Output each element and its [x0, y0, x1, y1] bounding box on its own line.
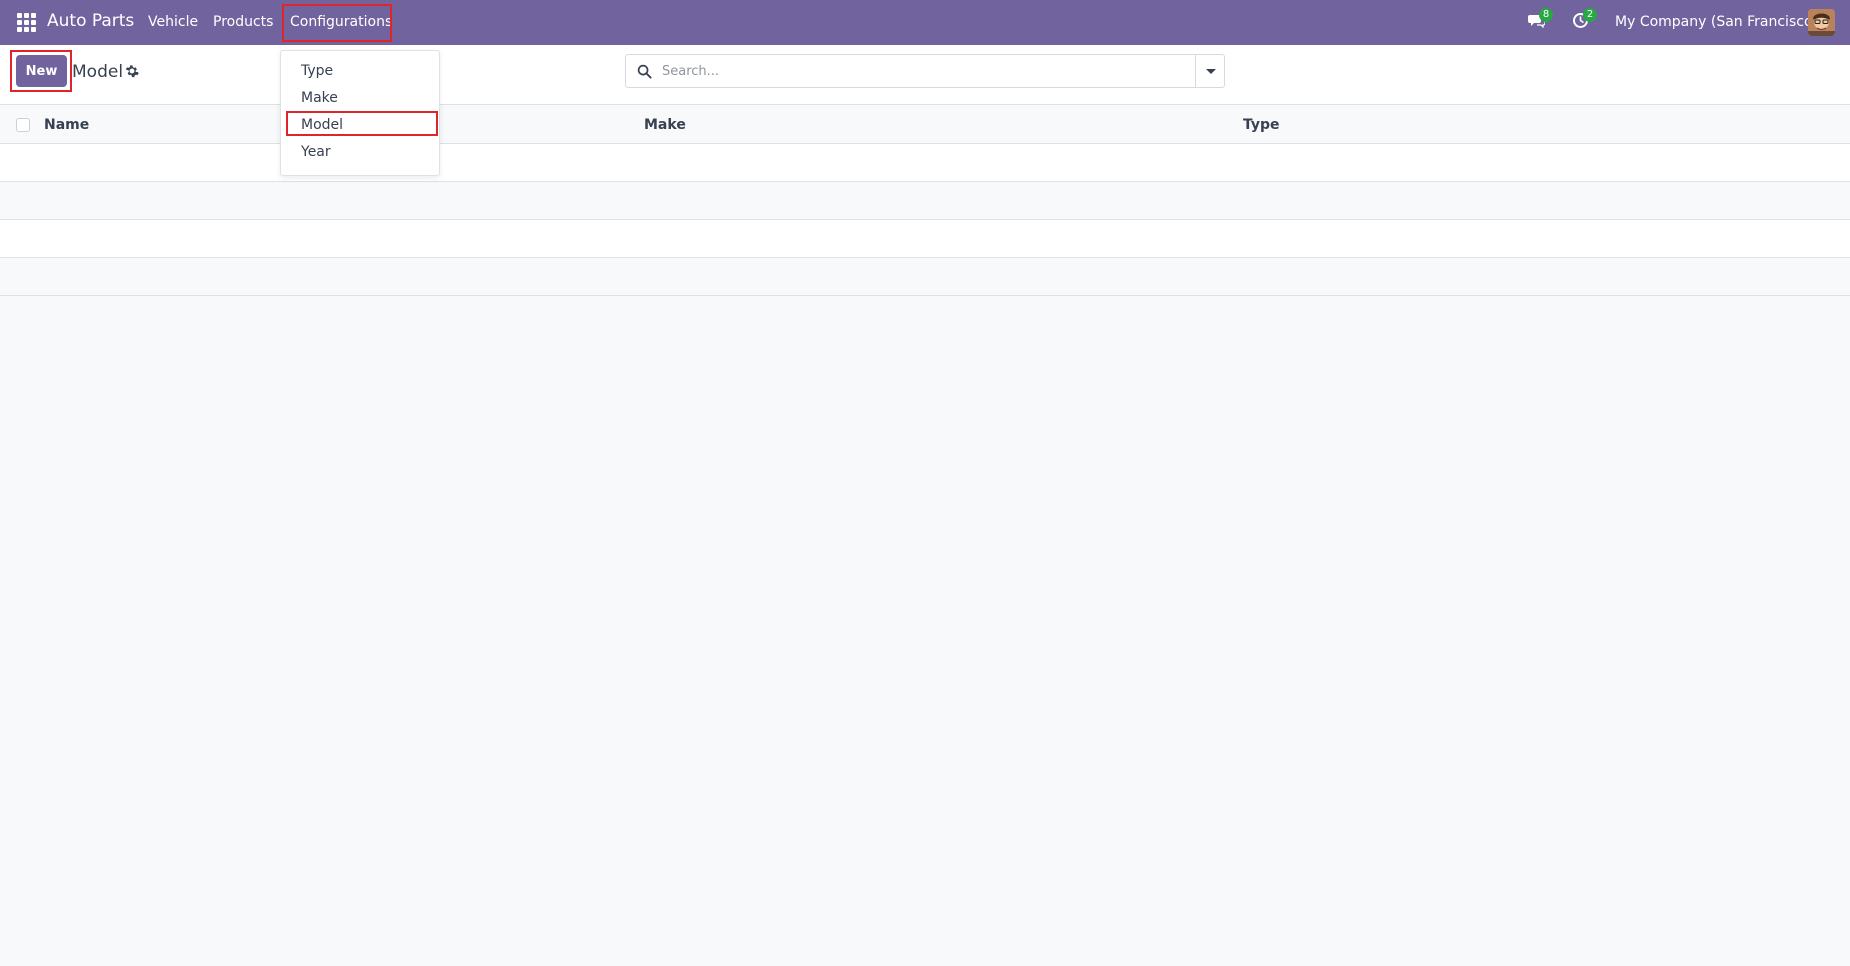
empty-row	[0, 220, 1850, 258]
search-input[interactable]	[662, 55, 1182, 87]
dropdown-item-model[interactable]: Model	[301, 117, 343, 133]
menu-configurations[interactable]: Configurations	[290, 14, 392, 30]
column-name[interactable]: Name	[44, 117, 89, 133]
select-all-checkbox[interactable]	[16, 118, 30, 132]
column-make[interactable]: Make	[644, 117, 686, 133]
dropdown-item-year[interactable]: Year	[301, 144, 331, 160]
search-icon	[637, 64, 652, 79]
app-brand[interactable]: Auto Parts	[47, 11, 134, 31]
page-title: Model	[72, 62, 124, 82]
column-type[interactable]: Type	[1243, 117, 1280, 133]
menu-vehicle[interactable]: Vehicle	[148, 14, 198, 30]
messages-badge: 8	[1539, 8, 1553, 22]
user-avatar[interactable]	[1808, 9, 1835, 36]
gear-icon[interactable]	[125, 63, 141, 79]
company-switcher[interactable]: My Company (San Francisco)	[1615, 14, 1818, 30]
dropdown-item-type[interactable]: Type	[301, 63, 333, 79]
new-button[interactable]: New	[16, 55, 67, 87]
menu-products[interactable]: Products	[213, 14, 273, 30]
dropdown-item-make[interactable]: Make	[301, 90, 338, 106]
top-navbar: Auto Parts Vehicle Products Configuratio…	[0, 0, 1850, 45]
search-options-toggle[interactable]	[1195, 55, 1224, 87]
app-grid-icon[interactable]	[15, 11, 37, 33]
empty-row	[0, 144, 1850, 182]
activities-button[interactable]: 2	[1572, 8, 1597, 32]
empty-row	[0, 182, 1850, 220]
activities-badge: 2	[1583, 8, 1597, 22]
list-header: Name Make Type	[0, 106, 1850, 144]
messages-button[interactable]: 8	[1528, 8, 1553, 32]
control-panel: New Model	[0, 45, 1850, 105]
search-bar	[625, 54, 1225, 88]
configurations-dropdown: Type Make Model Year	[280, 50, 440, 176]
empty-row	[0, 258, 1850, 296]
